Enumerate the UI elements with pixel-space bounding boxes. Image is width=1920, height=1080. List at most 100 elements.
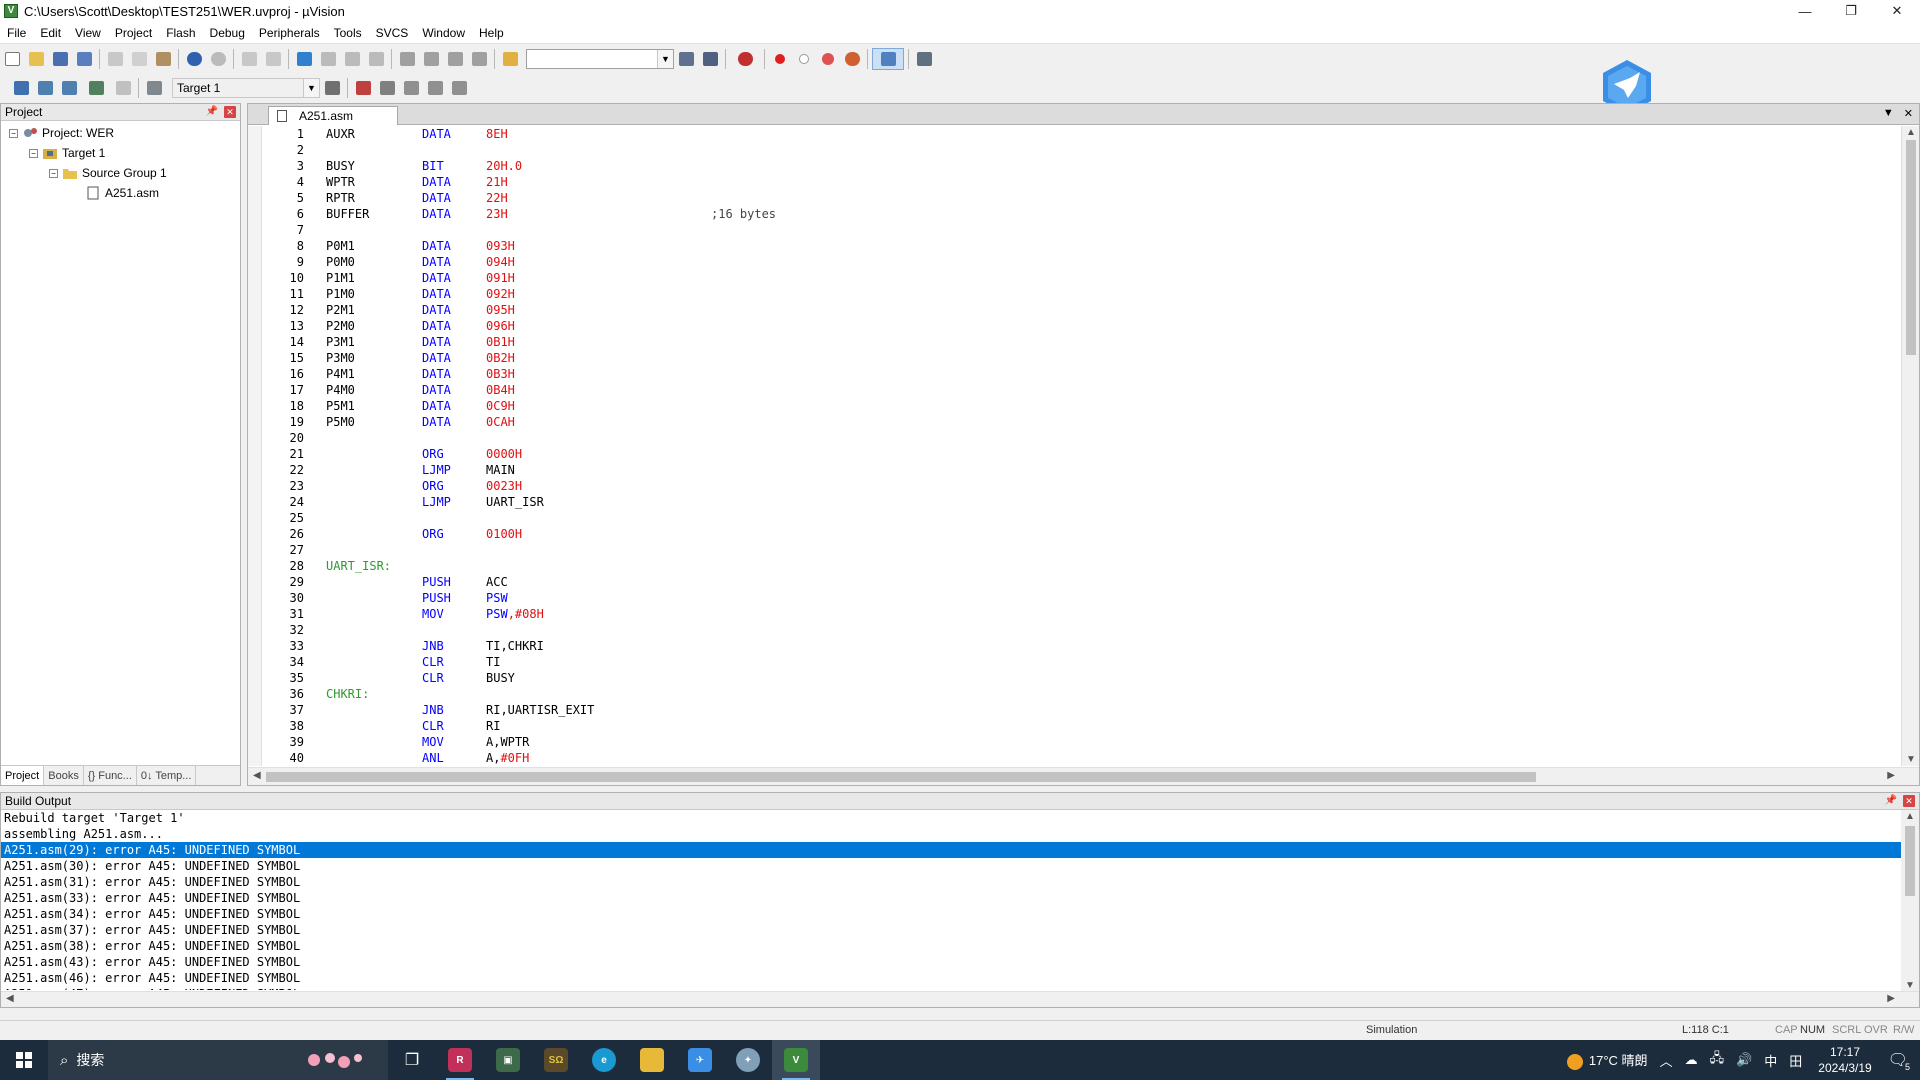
tab-books[interactable]: Books: [44, 766, 84, 785]
start-button[interactable]: [0, 1040, 48, 1080]
taskbar-bird-app[interactable]: ✈: [676, 1040, 724, 1080]
menu-peripherals[interactable]: Peripherals: [252, 22, 327, 44]
cut-button[interactable]: [104, 48, 126, 70]
cloud-icon[interactable]: ☁: [1685, 1052, 1698, 1068]
scroll-thumb[interactable]: [1906, 140, 1916, 355]
taskbar-search[interactable]: ⌕ 搜索: [48, 1040, 388, 1080]
menu-project[interactable]: Project: [108, 22, 159, 44]
scroll-down-icon[interactable]: ▼: [1906, 754, 1916, 765]
close-icon[interactable]: ✕: [224, 106, 236, 118]
build-output-line[interactable]: A251.asm(37): error A45: UNDEFINED SYMBO…: [1, 922, 1901, 938]
close-tab-icon[interactable]: ✕: [1904, 107, 1913, 120]
task-view-button[interactable]: ❐: [388, 1040, 436, 1080]
enable-breakpoint-button[interactable]: [793, 48, 815, 70]
file-extensions-button[interactable]: [376, 77, 398, 99]
build-output-line[interactable]: A251.asm(33): error A45: UNDEFINED SYMBO…: [1, 890, 1901, 906]
undo-button[interactable]: [183, 48, 205, 70]
build-output-text[interactable]: Rebuild target 'Target 1' assembling A251…: [1, 810, 1901, 990]
volume-icon[interactable]: 🔊: [1736, 1052, 1752, 1068]
nav-back-button[interactable]: [238, 48, 260, 70]
editor-horizontal-scrollbar[interactable]: ◀ ▶: [248, 767, 1919, 785]
new-file-button[interactable]: [1, 48, 23, 70]
build-button[interactable]: [34, 77, 56, 99]
taskbar-app-2[interactable]: ▣: [484, 1040, 532, 1080]
configure-button[interactable]: [913, 48, 935, 70]
kill-all-breakpoints-button[interactable]: [841, 48, 863, 70]
scroll-thumb[interactable]: [1905, 826, 1915, 896]
find-combo[interactable]: ▼: [526, 49, 674, 69]
nav-forward-button[interactable]: [262, 48, 284, 70]
rebuild-button[interactable]: [58, 77, 80, 99]
build-vertical-scrollbar[interactable]: ▲ ▼: [1901, 810, 1919, 992]
build-output-line[interactable]: A251.asm(47): error A45: UNDEFINED SYMBO…: [1, 986, 1901, 990]
menu-edit[interactable]: Edit: [33, 22, 68, 44]
restore-button[interactable]: ❐: [1828, 0, 1874, 22]
tab-templates[interactable]: 0↓ Temp...: [137, 766, 197, 785]
scroll-right-icon[interactable]: ▶: [1887, 993, 1895, 1004]
build-output-line[interactable]: A251.asm(43): error A45: UNDEFINED SYMBO…: [1, 954, 1901, 970]
collapse-toggle[interactable]: −: [49, 168, 58, 178]
prev-bookmark-button[interactable]: [317, 48, 339, 70]
pin-icon[interactable]: 📌: [206, 106, 218, 118]
disable-all-breakpoints-button[interactable]: [817, 48, 839, 70]
menu-file[interactable]: File: [0, 22, 33, 44]
tab-a251-asm[interactable]: A251.asm: [268, 106, 398, 125]
insert-breakpoint-button[interactable]: [769, 48, 791, 70]
tab-list-dropdown-icon[interactable]: ▼: [1883, 107, 1894, 120]
find-in-files-button[interactable]: [499, 48, 521, 70]
incremental-find-button[interactable]: [675, 48, 697, 70]
tray-overflow-icon[interactable]: ︿: [1660, 1051, 1673, 1070]
build-output-line[interactable]: assembling A251.asm...: [1, 826, 1901, 842]
scroll-up-icon[interactable]: ▲: [1905, 811, 1915, 822]
build-output-line[interactable]: A251.asm(34): error A45: UNDEFINED SYMBO…: [1, 906, 1901, 922]
pack-installer-button[interactable]: [424, 77, 446, 99]
taskbar-file-explorer[interactable]: [628, 1040, 676, 1080]
translate-button[interactable]: [10, 77, 32, 99]
comment-button[interactable]: [444, 48, 466, 70]
menu-svcs[interactable]: SVCS: [369, 22, 416, 44]
minimize-button[interactable]: —: [1782, 0, 1828, 22]
batch-build-button[interactable]: [82, 77, 110, 99]
build-output-line[interactable]: A251.asm(30): error A45: UNDEFINED SYMBO…: [1, 858, 1901, 874]
tree-item-target[interactable]: − Target 1: [1, 143, 240, 163]
code-editor[interactable]: 1 AUXR DATA 8EH 2 3 BUSY BIT 20H.0 4 WPTR DATA 21H 5 R…: [248, 126, 1898, 766]
bookmark-button[interactable]: [293, 48, 315, 70]
taskbar-app-3[interactable]: SΩ: [532, 1040, 580, 1080]
download-button[interactable]: [143, 77, 165, 99]
indent-button[interactable]: [396, 48, 418, 70]
target-options-button[interactable]: [321, 77, 343, 99]
stop-build-button[interactable]: [112, 77, 134, 99]
build-output-line[interactable]: A251.asm(38): error A45: UNDEFINED SYMBO…: [1, 938, 1901, 954]
ime-indicator[interactable]: 中: [1764, 1051, 1777, 1070]
uncomment-button[interactable]: [468, 48, 490, 70]
debug-session-button[interactable]: [699, 48, 721, 70]
taskbar-app-1[interactable]: R: [436, 1040, 484, 1080]
next-bookmark-button[interactable]: [341, 48, 363, 70]
build-output-line[interactable]: A251.asm(46): error A45: UNDEFINED SYMBO…: [1, 970, 1901, 986]
menu-help[interactable]: Help: [472, 22, 511, 44]
start-stop-debug-button[interactable]: [730, 48, 760, 70]
open-file-button[interactable]: [25, 48, 47, 70]
close-icon[interactable]: ✕: [1903, 795, 1915, 807]
tree-item-source-group[interactable]: − Source Group 1: [1, 163, 240, 183]
build-output-line[interactable]: Rebuild target 'Target 1': [1, 810, 1901, 826]
close-button[interactable]: ✕: [1874, 0, 1920, 22]
save-all-button[interactable]: [73, 48, 95, 70]
window-layout-button[interactable]: [872, 48, 904, 70]
taskbar-edge[interactable]: e: [580, 1040, 628, 1080]
collapse-toggle[interactable]: −: [9, 128, 18, 138]
keyboard-grid-icon[interactable]: 田: [1789, 1051, 1802, 1070]
menu-debug[interactable]: Debug: [203, 22, 252, 44]
clear-bookmarks-button[interactable]: [365, 48, 387, 70]
unindent-button[interactable]: [420, 48, 442, 70]
redo-button[interactable]: [207, 48, 229, 70]
scroll-thumb[interactable]: [266, 772, 1536, 782]
select-packs-button[interactable]: [400, 77, 422, 99]
menu-tools[interactable]: Tools: [327, 22, 369, 44]
paste-button[interactable]: [152, 48, 174, 70]
taskbar-clock[interactable]: 17:17 2024/3/19: [1818, 1044, 1871, 1076]
menu-view[interactable]: View: [68, 22, 108, 44]
tree-item-file[interactable]: A251.asm: [1, 183, 240, 203]
scroll-right-icon[interactable]: ▶: [1887, 770, 1895, 781]
save-button[interactable]: [49, 48, 71, 70]
